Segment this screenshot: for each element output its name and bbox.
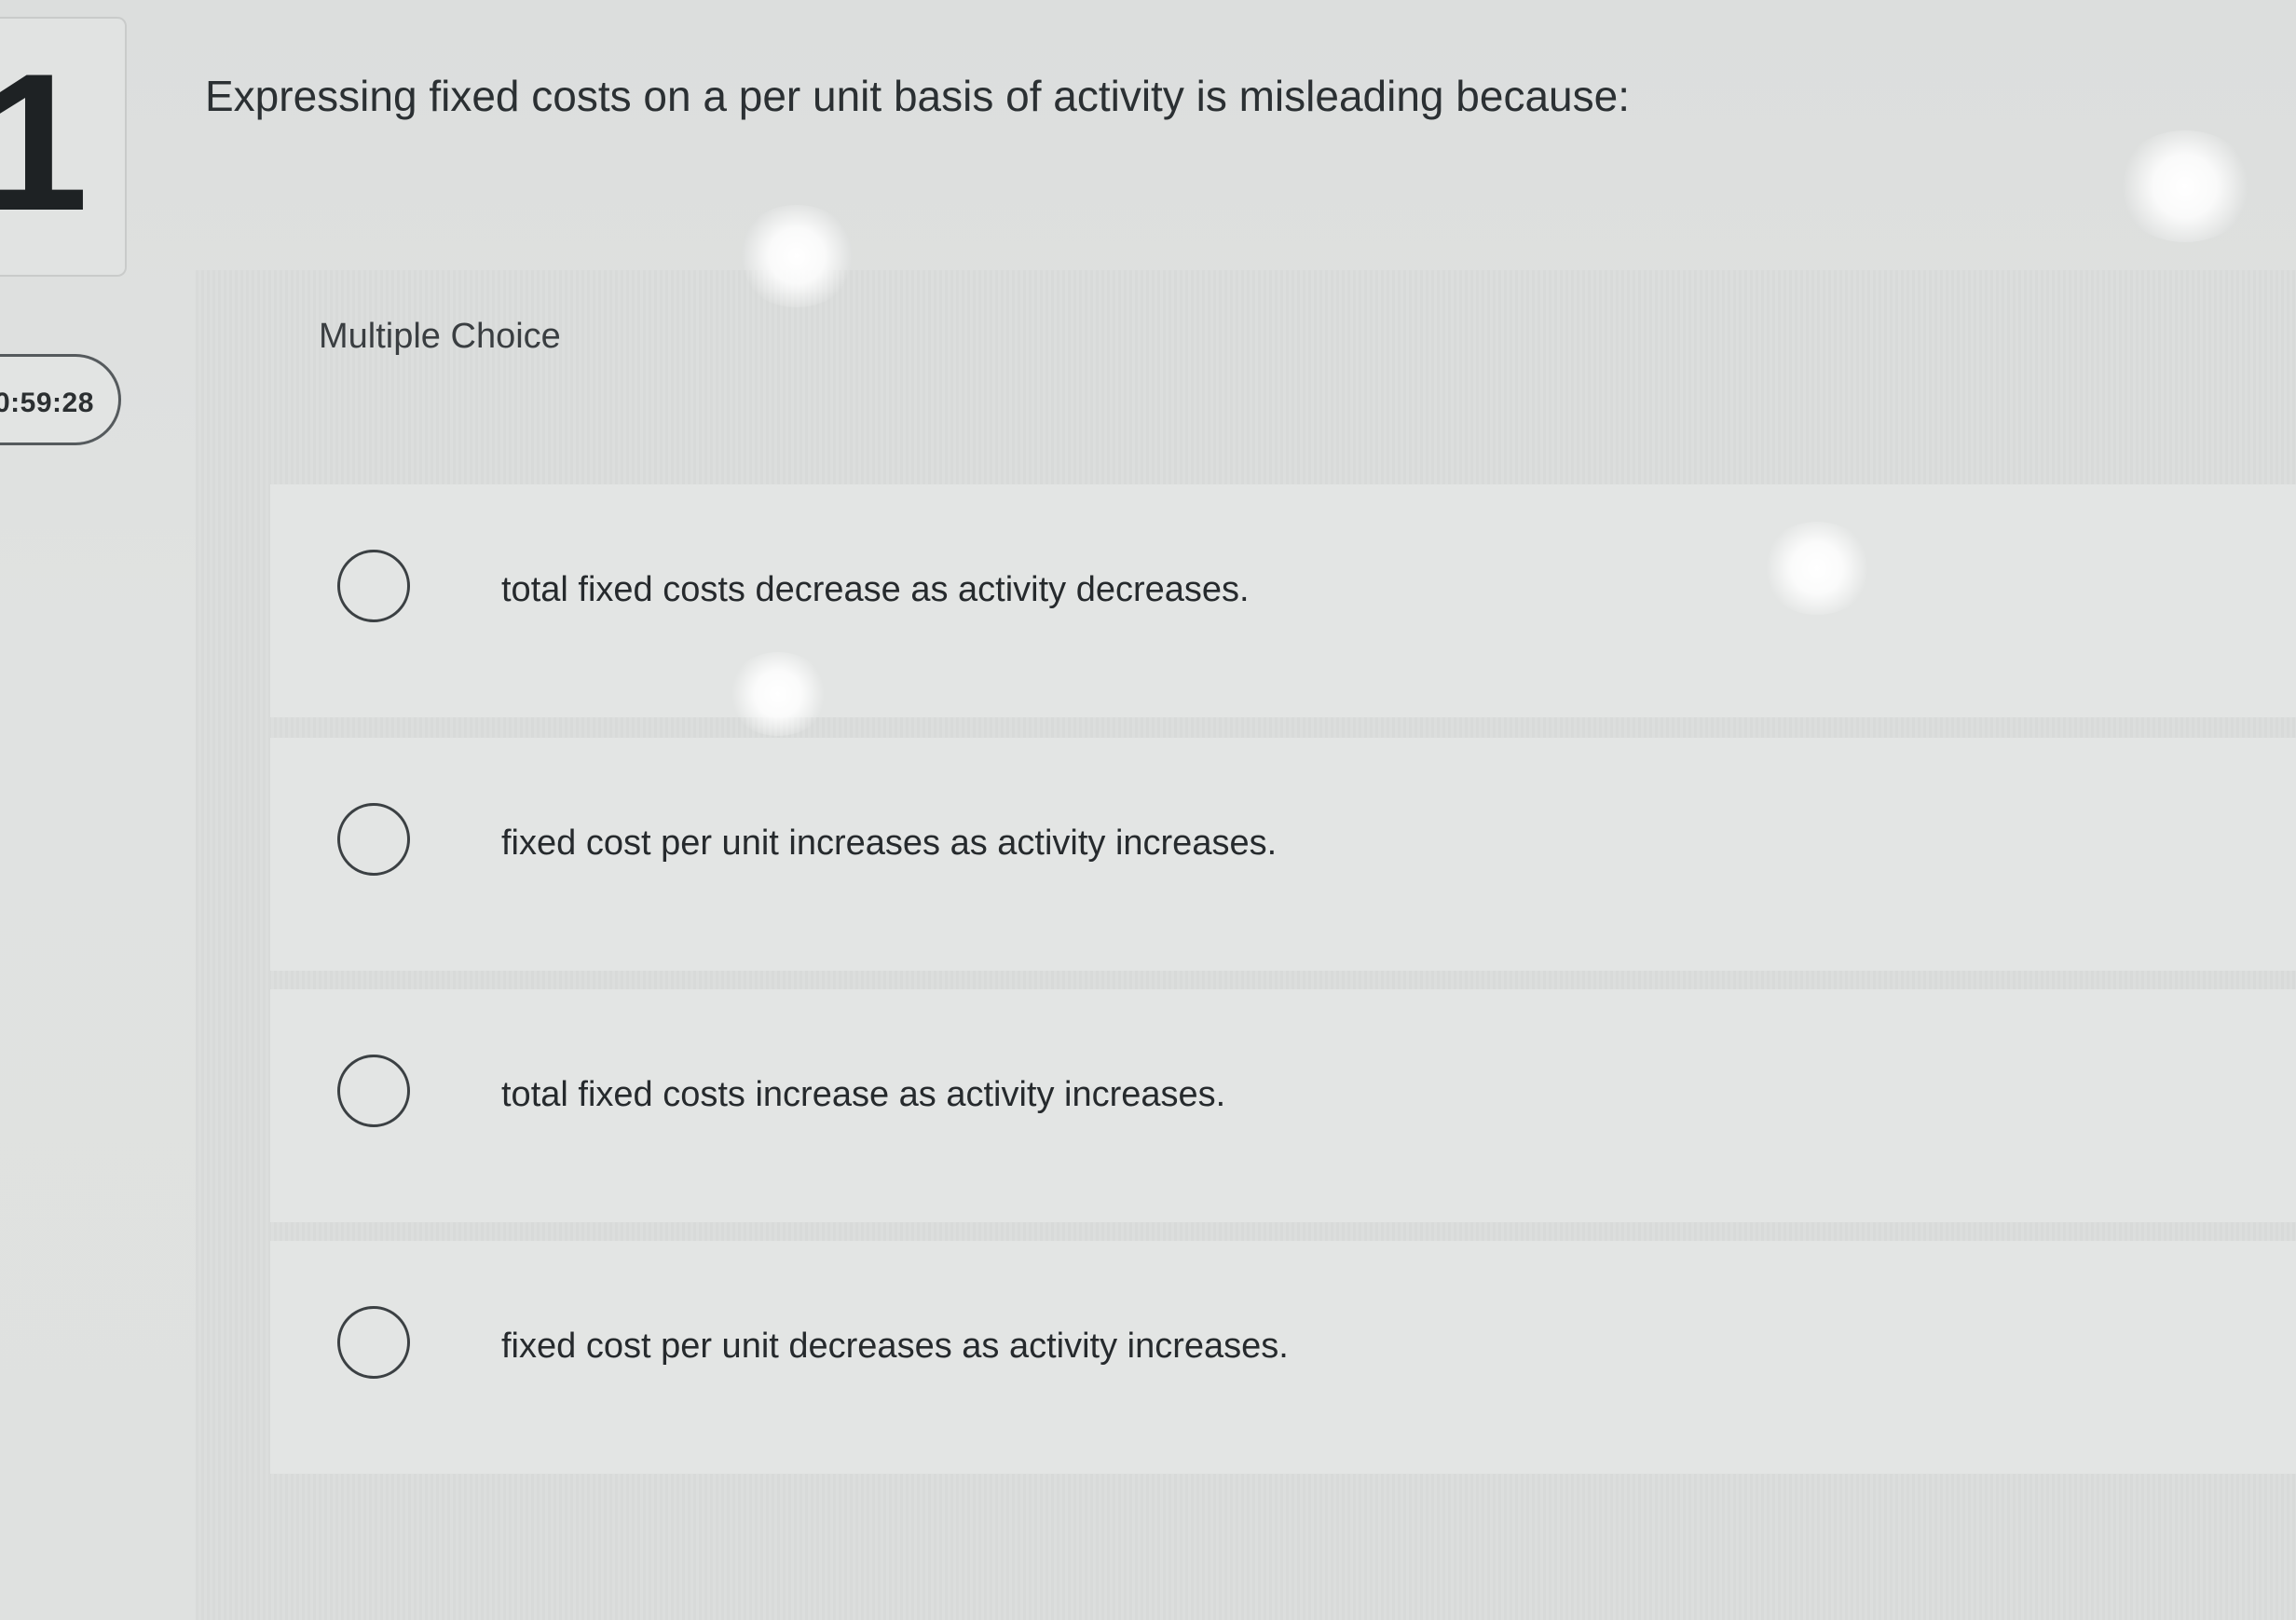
question-text: Expressing fixed costs on a per unit bas… <box>205 72 1630 120</box>
answer-option[interactable]: total fixed costs decrease as activity d… <box>270 484 2296 717</box>
answer-option-label: total fixed costs decrease as activity d… <box>501 570 1250 609</box>
radio-button[interactable] <box>337 803 410 876</box>
answer-option[interactable]: fixed cost per unit decreases as activit… <box>270 1241 2296 1474</box>
radio-button[interactable] <box>337 550 410 622</box>
question-type-label: Multiple Choice <box>319 317 561 356</box>
answer-option[interactable]: total fixed costs increase as activity i… <box>270 989 2296 1222</box>
timer-text: 0:59:28 <box>0 388 94 418</box>
answer-option-label: fixed cost per unit decreases as activit… <box>501 1327 1289 1366</box>
radio-button[interactable] <box>337 1055 410 1127</box>
question-number: 1 <box>0 33 89 252</box>
answer-option-label: total fixed costs increase as activity i… <box>501 1075 1226 1114</box>
radio-button[interactable] <box>337 1306 410 1379</box>
answer-option[interactable]: fixed cost per unit increases as activit… <box>270 738 2296 971</box>
answer-option-label: fixed cost per unit increases as activit… <box>501 824 1278 863</box>
screen-glare <box>2115 130 2255 242</box>
